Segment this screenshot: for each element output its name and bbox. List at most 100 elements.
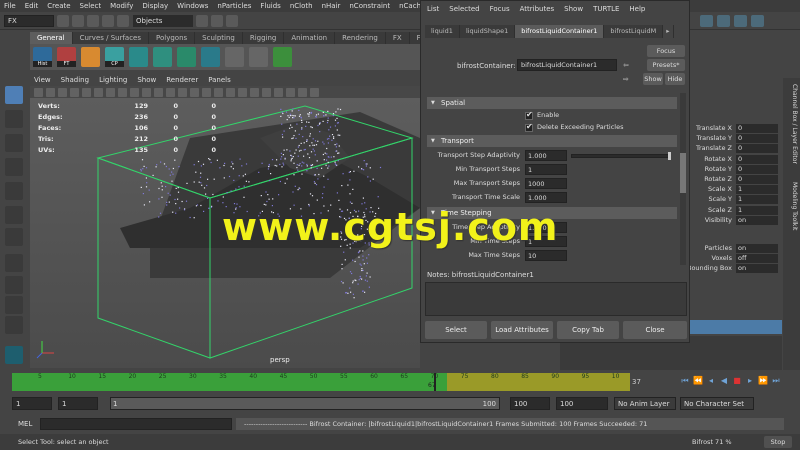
transport-step-adaptivity-slider[interactable] <box>571 152 671 160</box>
tab-modeling-toolkit[interactable]: Modeling Toolkit <box>785 182 798 230</box>
animation-start-field[interactable]: 1 <box>12 397 52 410</box>
step-forward-frame-icon[interactable]: ▸ <box>745 375 755 387</box>
save-scene-icon[interactable] <box>87 14 99 27</box>
range-slider[interactable]: 1 100 <box>110 397 500 410</box>
ipr-render-icon[interactable] <box>734 15 747 27</box>
four-pane-layout-icon[interactable] <box>5 276 23 294</box>
channel-row[interactable]: Translate Z 0 <box>690 144 780 154</box>
viewport-menu-view[interactable]: View <box>34 76 51 86</box>
shape-channel-row[interactable]: Particles on <box>690 244 780 254</box>
ae-tab-material[interactable]: bifrostLiquidM <box>604 25 664 38</box>
cube-icon[interactable] <box>129 47 148 67</box>
select-hierarchy-icon[interactable] <box>196 14 208 27</box>
grid-toggle-icon[interactable] <box>82 87 91 97</box>
channel-row[interactable]: Rotate Y 0 <box>690 164 780 175</box>
min-transport-steps-field[interactable]: 1 <box>525 164 567 175</box>
textured-icon[interactable] <box>202 87 211 97</box>
transport-step-adaptivity-field[interactable]: 1.000 <box>525 150 567 161</box>
step-back-frame-icon[interactable]: ◂ <box>706 375 716 387</box>
presets-button[interactable]: Presets* <box>647 59 685 71</box>
move-tool-icon[interactable] <box>5 158 23 176</box>
xray-components-icon[interactable] <box>310 87 319 97</box>
viewport-menu-panels[interactable]: Panels <box>208 76 231 86</box>
shelf-tab-sculpting[interactable]: Sculpting <box>195 32 243 44</box>
safe-title-icon[interactable] <box>154 87 163 97</box>
field-chart-icon[interactable] <box>130 87 139 97</box>
channel-value[interactable]: off <box>736 254 778 264</box>
ae-menu-turtle[interactable]: TURTLE <box>593 5 619 17</box>
hide-button[interactable]: Hide <box>665 73 685 85</box>
menu-nconstraint[interactable]: nConstraint <box>349 2 390 10</box>
ae-menu-list[interactable]: List <box>427 5 439 17</box>
sphere-icon[interactable] <box>153 47 172 67</box>
outliner-layout-icon[interactable] <box>5 316 23 334</box>
center-pivot-button[interactable]: CP <box>105 47 124 67</box>
max-time-steps-field[interactable]: 10 <box>525 250 567 261</box>
step-forward-key-icon[interactable]: ⏩ <box>758 375 768 387</box>
plane-icon[interactable] <box>201 47 220 67</box>
script-type-button[interactable]: MEL <box>18 420 32 428</box>
shadows-icon[interactable] <box>226 87 235 97</box>
channel-row[interactable]: Translate X 0 <box>690 124 780 134</box>
channel-row[interactable]: Scale Z 1 <box>690 205 780 216</box>
tab-channel-box[interactable]: Channel Box / Layer Editor <box>785 84 798 164</box>
isolate-select-icon[interactable] <box>274 87 283 97</box>
playback-start-field[interactable]: 1 <box>58 397 98 410</box>
selection-mode-dropdown[interactable]: Objects <box>133 14 193 27</box>
grid-icon[interactable] <box>225 47 244 67</box>
play-script-icon[interactable] <box>273 47 292 67</box>
paint-select-icon[interactable] <box>5 134 23 152</box>
lasso-tool-icon[interactable] <box>5 110 23 128</box>
shelf-tab-animation[interactable]: Animation <box>284 32 336 44</box>
gate-mask-icon[interactable] <box>118 87 127 97</box>
slider-thumb[interactable] <box>668 152 671 160</box>
channel-value[interactable]: on <box>736 244 778 253</box>
antialias-icon[interactable] <box>262 87 271 97</box>
history-button[interactable]: Hist <box>33 47 52 67</box>
film-gate-icon[interactable] <box>94 87 103 97</box>
show-button[interactable]: Show <box>643 73 663 85</box>
ae-tab-liquidshape1[interactable]: liquidShape1 <box>459 25 516 38</box>
viewport-menu-show[interactable]: Show <box>137 76 156 86</box>
playback-end-field[interactable]: 100 <box>510 397 550 410</box>
ae-menu-show[interactable]: Show <box>564 5 583 17</box>
channel-row[interactable]: Visibility on <box>690 215 780 226</box>
motion-blur-icon[interactable] <box>250 87 259 97</box>
rotate-tool-icon[interactable] <box>5 182 23 200</box>
channel-value[interactable]: on <box>736 264 778 274</box>
ambient-occlusion-icon[interactable] <box>238 87 247 97</box>
freeze-transforms-button[interactable]: FT <box>57 47 76 67</box>
bucket-icon[interactable] <box>81 47 100 67</box>
menu-set-dropdown[interactable]: FX <box>4 14 54 27</box>
camera-attr-icon[interactable] <box>46 87 55 97</box>
dice-icon[interactable] <box>249 47 268 67</box>
menu-windows[interactable]: Windows <box>177 2 208 10</box>
select-object-icon[interactable] <box>211 14 223 27</box>
single-pane-layout-icon[interactable] <box>5 254 23 272</box>
menu-select[interactable]: Select <box>80 2 102 10</box>
copy-tab-button[interactable]: Copy Tab <box>557 321 619 339</box>
safe-action-icon[interactable] <box>142 87 151 97</box>
last-tool-icon[interactable] <box>5 228 23 246</box>
render-frame-icon[interactable] <box>717 15 730 27</box>
max-transport-steps-field[interactable]: 1000 <box>525 178 567 189</box>
channel-value[interactable]: 0 <box>736 175 778 184</box>
menu-edit[interactable]: Edit <box>25 2 39 10</box>
current-frame-field[interactable]: 37 <box>632 378 641 386</box>
ae-scrollbar[interactable] <box>680 93 686 265</box>
time-slider[interactable]: 510152025303540455055606570758085909510 … <box>12 373 630 391</box>
undo-icon[interactable] <box>102 14 114 27</box>
input-connection-icon[interactable]: ⇦ <box>621 59 631 71</box>
anim-layer-dropdown[interactable]: No Anim Layer <box>614 397 676 410</box>
transport-time-scale-field[interactable]: 1.000 <box>525 192 567 203</box>
select-tool-icon[interactable] <box>5 86 23 104</box>
shelf-tab-rendering[interactable]: Rendering <box>335 32 386 44</box>
menu-file[interactable]: File <box>4 2 16 10</box>
shelf-tab-rigging[interactable]: Rigging <box>242 32 285 44</box>
load-attributes-button[interactable]: Load Attributes <box>491 321 553 339</box>
shelf-tab-fx[interactable]: FX <box>385 32 410 44</box>
viewport-menu-shading[interactable]: Shading <box>61 76 89 86</box>
command-input[interactable] <box>40 418 232 430</box>
stop-button[interactable]: Stop <box>764 436 792 448</box>
channel-row[interactable]: Rotate X 0 <box>690 154 780 165</box>
